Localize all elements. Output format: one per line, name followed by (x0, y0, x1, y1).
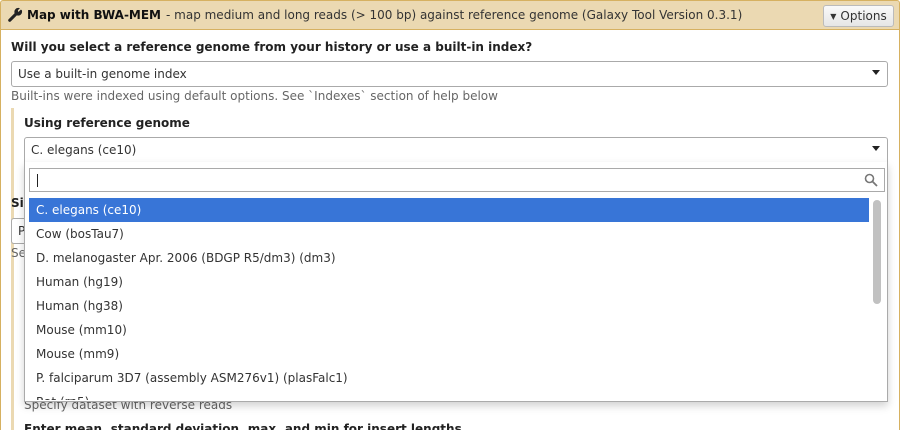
genome-option[interactable]: Human (hg19) (29, 270, 869, 294)
genome-search-input[interactable] (29, 168, 885, 192)
reference-source-help: Built-ins were indexed using default opt… (11, 89, 498, 103)
genome-option[interactable]: P. falciparum 3D7 (assembly ASM276v1) (p… (29, 366, 869, 390)
dropdown-scrollbar[interactable] (873, 200, 881, 396)
genome-option[interactable]: C. elegans (ce10) (29, 198, 869, 222)
genome-option[interactable]: Mouse (mm10) (29, 318, 869, 342)
genome-option-list: C. elegans (ce10) Cow (bosTau7) D. melanog… (29, 198, 869, 400)
select-arrow-icon (872, 70, 880, 75)
reference-genome-dropdown: C. elegans (ce10) Cow (bosTau7) D. melanog… (24, 162, 888, 402)
genome-option[interactable]: Mouse (mm9) (29, 342, 869, 366)
reference-source-label: Will you select a reference genome from … (11, 40, 533, 54)
tool-description: - map medium and long reads (> 100 bp) a… (166, 8, 743, 22)
insert-length-label: Enter mean, standard deviation, max, and… (24, 422, 467, 430)
caret-down-icon: ▼ (830, 11, 837, 21)
reference-genome-select[interactable]: C. elegans (ce10) (24, 137, 888, 163)
wrench-icon (8, 7, 23, 22)
reference-genome-value: C. elegans (ce10) (31, 143, 137, 157)
genome-option[interactable]: D. melanogaster Apr. 2006 (BDGP R5/dm3) … (29, 246, 869, 270)
select-arrow-icon (872, 146, 880, 151)
options-button[interactable]: ▼ Options (823, 5, 894, 27)
genome-option[interactable]: Cow (bosTau7) (29, 222, 869, 246)
single-paired-label: Si (11, 196, 24, 210)
reference-source-select[interactable]: Use a built-in genome index (11, 61, 888, 87)
tool-header: Map with BWA-MEM - map medium and long r… (0, 0, 900, 30)
section-indent-bar (11, 268, 14, 430)
reference-genome-label: Using reference genome (24, 116, 190, 130)
scrollbar-thumb[interactable] (873, 200, 881, 304)
genome-option[interactable]: Human (hg38) (29, 294, 869, 318)
genome-option[interactable]: Rat (rn5) (29, 390, 869, 400)
tool-name: Map with BWA-MEM (27, 8, 161, 22)
search-icon (864, 173, 878, 187)
reference-source-value: Use a built-in genome index (18, 67, 187, 81)
text-cursor (37, 174, 38, 187)
options-button-label: Options (840, 9, 887, 23)
